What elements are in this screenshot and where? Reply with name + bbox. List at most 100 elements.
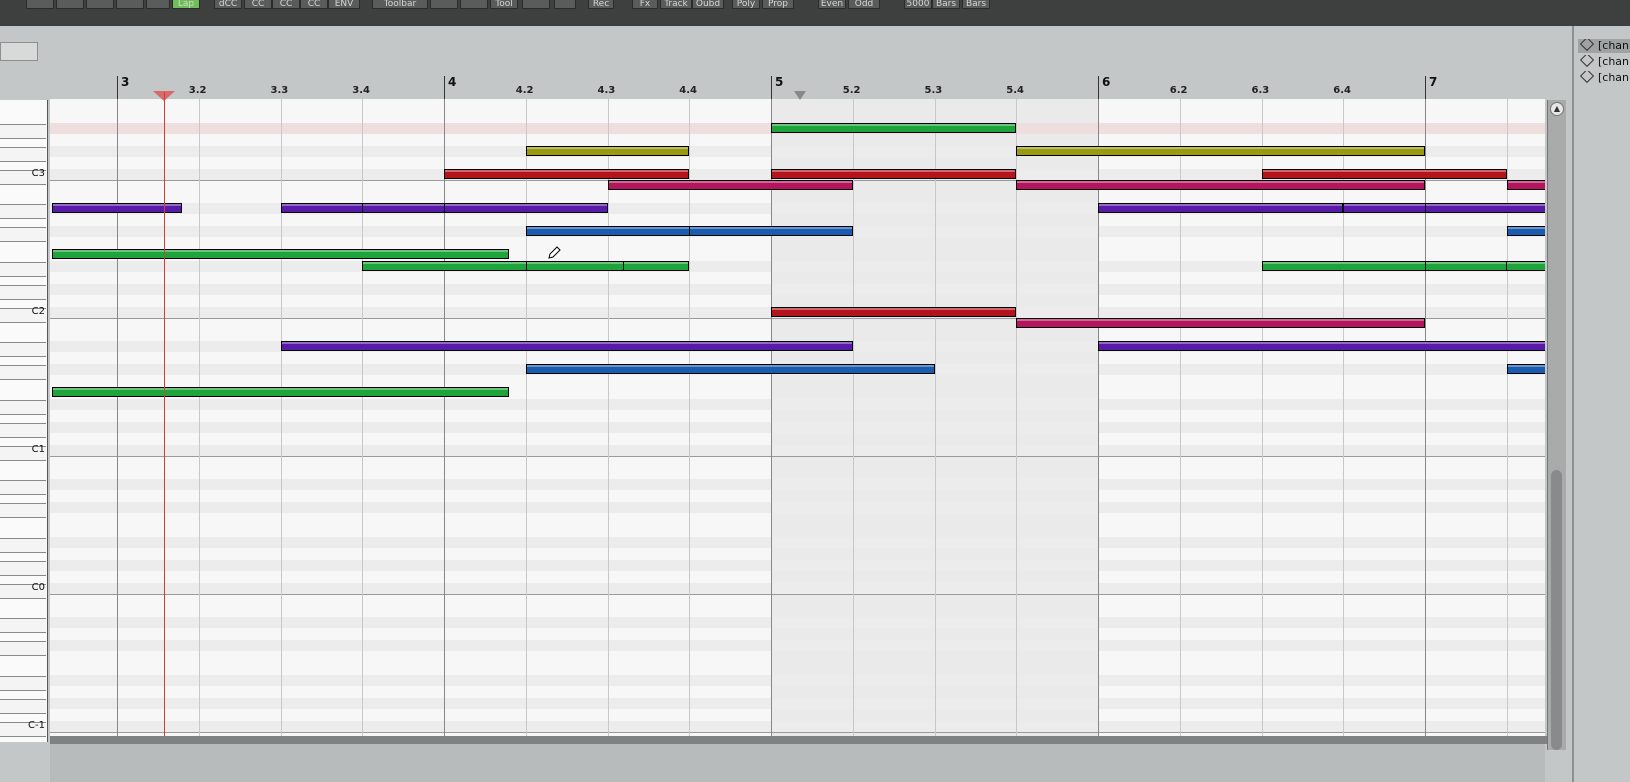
piano-key[interactable] xyxy=(0,560,46,576)
piano-key[interactable] xyxy=(0,698,46,714)
piano-key[interactable] xyxy=(0,618,46,633)
midi-note[interactable] xyxy=(607,180,853,190)
bar-gridline xyxy=(771,99,772,742)
beat-gridline xyxy=(934,99,936,742)
midi-note[interactable] xyxy=(444,168,690,179)
toolbar-button-prop[interactable]: Prop xyxy=(762,0,794,9)
midi-note[interactable] xyxy=(1261,168,1507,179)
midi-note[interactable] xyxy=(525,260,624,271)
piano-key[interactable] xyxy=(0,227,46,242)
pitch-row xyxy=(50,720,1545,732)
toolbar-button-lap[interactable]: Lap xyxy=(172,0,200,9)
midi-note[interactable] xyxy=(1425,260,1507,271)
piano-key[interactable] xyxy=(0,422,46,438)
midi-note[interactable] xyxy=(1506,364,1545,374)
piano-roll-grid[interactable] xyxy=(50,99,1545,742)
ruler-beat-label: 5.3 xyxy=(924,85,943,96)
midi-note[interactable] xyxy=(51,249,510,259)
window-icon[interactable] xyxy=(26,0,54,9)
bars-icon[interactable] xyxy=(146,0,170,9)
channel-item[interactable]: [chan 1 xyxy=(1578,39,1630,53)
midi-note[interactable] xyxy=(51,387,510,397)
piano-keyboard[interactable]: C3 C2 C1 C0 C-1 xyxy=(0,100,48,742)
vertical-scroll-thumb[interactable] xyxy=(1551,470,1562,750)
rewind-icon[interactable] xyxy=(430,0,458,9)
piano-key[interactable] xyxy=(0,365,46,380)
midi-note[interactable] xyxy=(1016,318,1425,328)
horizontal-scrollbar[interactable] xyxy=(50,736,1547,744)
midi-note[interactable] xyxy=(771,168,1017,179)
midi-note[interactable] xyxy=(525,364,935,374)
channel-label: [chan 3 xyxy=(1598,71,1630,84)
toolbar-button-even[interactable]: Even xyxy=(818,0,846,9)
vertical-scrollbar[interactable]: ▲ xyxy=(1547,100,1566,750)
pitch-row xyxy=(50,629,1545,640)
swirl-icon[interactable] xyxy=(0,0,20,8)
toolbar-button-dcc[interactable]: dCC xyxy=(214,0,242,9)
arrow-icon[interactable] xyxy=(554,0,576,9)
toolbar-button-bars[interactable]: Bars xyxy=(962,0,990,9)
midi-note[interactable] xyxy=(51,203,183,213)
toolbar-button-tool[interactable]: Tool xyxy=(490,0,518,9)
midi-note[interactable] xyxy=(689,226,853,236)
midi-note[interactable] xyxy=(1425,203,1545,213)
toolbar-button-oubd[interactable]: Oubd xyxy=(692,0,724,9)
piano-key[interactable] xyxy=(0,342,46,357)
toolbar-button-odd[interactable]: Odd xyxy=(848,0,880,9)
piano-key[interactable] xyxy=(0,675,46,691)
toolbar-button-5000[interactable]: 5000 xyxy=(904,0,932,9)
bar-gridline xyxy=(117,99,118,742)
midi-note[interactable] xyxy=(280,341,853,351)
midi-note[interactable] xyxy=(771,122,1017,133)
midi-note[interactable] xyxy=(525,145,690,156)
midi-toolbar: Lap dCC CC CC CC ENV Toolbar Tool Rec Fx Track Oubd… xyxy=(0,0,1630,27)
pitch-row xyxy=(50,421,1545,433)
midi-note[interactable] xyxy=(1506,180,1545,190)
toolbar-button-env[interactable]: ENV xyxy=(328,0,360,9)
octave-label: C3 xyxy=(31,167,45,179)
globe-icon[interactable] xyxy=(116,0,144,9)
pitch-row xyxy=(50,295,1545,306)
channel-item[interactable]: [chan 3 xyxy=(1578,71,1630,85)
piano-key[interactable] xyxy=(0,284,46,300)
expand-icon[interactable] xyxy=(522,0,550,9)
diamond-icon xyxy=(1579,55,1595,68)
piano-key[interactable] xyxy=(0,503,46,518)
piano-key[interactable] xyxy=(0,537,46,553)
ruler-bar-label: 7 xyxy=(1429,75,1438,89)
toolbar-button-cc[interactable]: CC xyxy=(272,0,300,9)
midi-note[interactable] xyxy=(1098,341,1545,351)
forward-icon[interactable] xyxy=(460,0,488,9)
toolbar-button-toolbar[interactable]: Toolbar xyxy=(372,0,428,9)
piano-key[interactable] xyxy=(0,204,46,219)
note-name-field[interactable] xyxy=(0,42,38,61)
beat-gridline xyxy=(689,99,691,742)
toolbar-button-rec[interactable]: Rec xyxy=(588,0,614,9)
cc-lane[interactable] xyxy=(50,744,1545,782)
scroll-up-icon[interactable]: ▲ xyxy=(1550,102,1564,116)
toolbar-button-track[interactable]: Track xyxy=(660,0,692,9)
piano-key[interactable] xyxy=(0,261,46,277)
midi-note[interactable] xyxy=(1506,226,1545,236)
grid-icon[interactable] xyxy=(56,0,84,9)
piano-key[interactable] xyxy=(0,123,46,139)
piano-key[interactable] xyxy=(0,641,46,656)
edit-cursor-marker[interactable] xyxy=(794,91,806,100)
loop-icon[interactable] xyxy=(86,0,114,9)
toolbar-button-poly[interactable]: Poly xyxy=(732,0,760,9)
midi-note[interactable] xyxy=(1098,203,1344,213)
channel-item[interactable]: [chan 2 xyxy=(1578,55,1630,69)
toolbar-button-cc[interactable]: CC xyxy=(300,0,328,9)
toolbar-button-fx[interactable]: Fx xyxy=(632,0,658,9)
midi-note[interactable] xyxy=(444,203,608,213)
midi-note[interactable] xyxy=(1016,180,1425,190)
piano-key[interactable] xyxy=(0,146,46,162)
piano-key[interactable] xyxy=(0,399,46,415)
midi-note[interactable] xyxy=(1016,145,1425,156)
toolbar-button-bars[interactable]: Bars xyxy=(932,0,960,9)
octave-label: C0 xyxy=(31,581,45,593)
midi-note[interactable] xyxy=(771,306,1017,317)
piano-key[interactable] xyxy=(0,480,46,495)
beat-gridline xyxy=(198,99,200,742)
toolbar-button-cc[interactable]: CC xyxy=(244,0,272,9)
